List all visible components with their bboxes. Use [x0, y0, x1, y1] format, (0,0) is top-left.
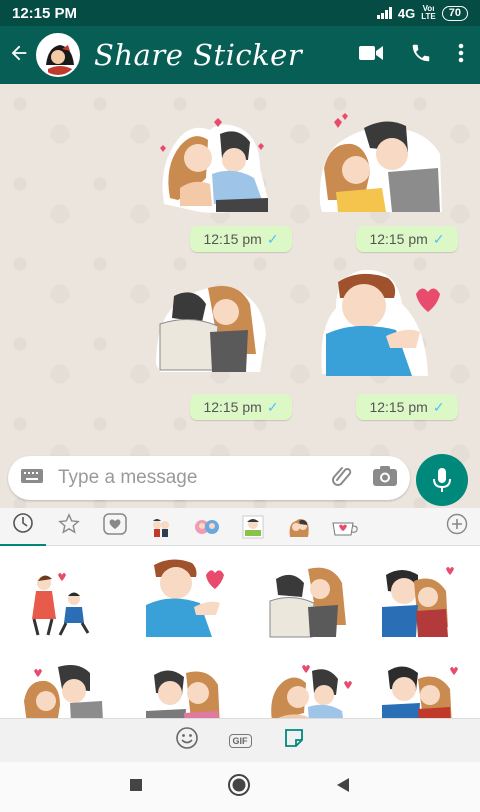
volte-bottom: LTE	[421, 12, 436, 21]
emoji-tray-switcher: GIF	[0, 718, 480, 762]
tab-love[interactable]	[92, 508, 138, 546]
sticker-message[interactable]	[316, 264, 444, 376]
sticker-message[interactable]	[316, 108, 444, 220]
message-timestamp: 12:15 pm ✓	[190, 394, 292, 420]
status-bar: 12:15 PM 4G Voı LTE 70	[0, 0, 480, 26]
emoji-icon[interactable]	[175, 726, 199, 755]
volte-badge: Voı LTE	[421, 5, 436, 21]
recent-icon	[12, 512, 34, 539]
heart-icon	[103, 513, 127, 540]
message-input[interactable]	[58, 467, 330, 489]
timestamp-text: 12:15 pm	[369, 231, 428, 247]
sticker-grid	[0, 547, 480, 718]
read-tick-icon: ✓	[432, 398, 445, 415]
page-title: Share Sticker	[94, 38, 303, 72]
back-arrow-icon[interactable]	[2, 40, 36, 71]
tab-pack-4[interactable]	[276, 508, 322, 546]
sticker-grid-item[interactable]	[14, 561, 114, 641]
mic-button[interactable]	[416, 454, 468, 506]
gif-button[interactable]: GIF	[228, 733, 252, 748]
recents-icon[interactable]	[129, 778, 143, 797]
home-icon[interactable]	[227, 773, 251, 802]
message-timestamp: 12:15 pm ✓	[190, 226, 292, 252]
add-icon	[446, 513, 468, 540]
sticker-message[interactable]	[150, 274, 278, 386]
sticker-message[interactable]	[150, 108, 278, 220]
sticker-grid-item[interactable]	[374, 561, 474, 641]
tab-pack-3[interactable]	[230, 508, 276, 546]
message-timestamp: 12:15 pm ✓	[356, 226, 458, 252]
video-call-icon[interactable]	[358, 43, 384, 68]
timestamp-text: 12:15 pm	[203, 399, 262, 415]
sticker-grid-item[interactable]	[138, 553, 238, 637]
clock: 12:15 PM	[12, 4, 78, 22]
sticker-grid-item[interactable]	[14, 661, 114, 718]
phone-icon[interactable]	[410, 42, 432, 69]
signal-icon	[376, 7, 392, 19]
timestamp-text: 12:15 pm	[203, 231, 262, 247]
sticker-grid-item[interactable]	[262, 661, 362, 718]
network-type: 4G	[397, 5, 416, 21]
keyboard-icon[interactable]	[20, 467, 44, 490]
star-icon	[58, 513, 80, 540]
read-tick-icon: ✓	[266, 230, 279, 247]
tab-pack-2[interactable]	[184, 508, 230, 546]
sticker-tray-tabs	[0, 508, 480, 546]
back-icon[interactable]	[335, 777, 351, 798]
composer-row	[0, 448, 480, 508]
timestamp-text: 12:15 pm	[369, 399, 428, 415]
tab-add[interactable]	[434, 508, 480, 546]
camera-icon[interactable]	[372, 465, 398, 492]
message-composer	[8, 456, 410, 500]
read-tick-icon: ✓	[432, 230, 445, 247]
system-nav-bar	[0, 762, 480, 812]
chat-area: 12:15 pm ✓ 12:15 pm ✓ 12:15 pm ✓ 12:15 p…	[0, 84, 480, 508]
sticker-icon[interactable]	[282, 726, 306, 755]
battery-indicator: 70	[441, 5, 468, 21]
more-vert-icon[interactable]	[458, 42, 464, 69]
sticker-grid-item[interactable]	[138, 661, 238, 718]
read-tick-icon: ✓	[266, 398, 279, 415]
avatar[interactable]	[36, 33, 80, 77]
message-timestamp: 12:15 pm ✓	[356, 394, 458, 420]
sticker-grid-item[interactable]	[264, 561, 364, 641]
sticker-grid-item[interactable]	[374, 661, 474, 718]
tab-pack-1[interactable]	[138, 508, 184, 546]
tab-recent[interactable]	[0, 508, 46, 546]
app-bar: Share Sticker	[0, 26, 480, 84]
tab-favorites[interactable]	[46, 508, 92, 546]
tab-pack-5[interactable]	[322, 508, 368, 546]
attach-icon[interactable]	[330, 464, 354, 493]
